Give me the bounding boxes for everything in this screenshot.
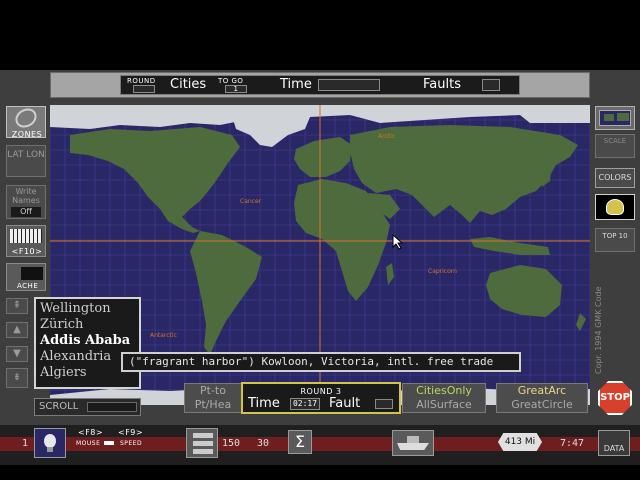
speed-indicator: [104, 441, 114, 445]
round-box-title: ROUND 3: [300, 387, 342, 396]
footer-number-1: 150: [222, 438, 241, 449]
arctic-label: Arctic: [378, 133, 395, 140]
city-tooltip: ("fragrant harbor") Kowloon, Victoria, i…: [121, 352, 521, 372]
colors-button[interactable]: COLORS: [595, 168, 635, 188]
lat-lon-button[interactable]: LAT LON: [6, 145, 46, 177]
stack-icon: [193, 433, 213, 438]
zones-label: ZONES: [11, 130, 43, 139]
scroll-track[interactable]: [87, 402, 137, 412]
antarctic-label: Antarctic: [150, 332, 177, 339]
great-arc-button[interactable]: GreatArc GreatCircle: [496, 383, 588, 413]
greenland: [233, 117, 310, 147]
mouse-label: MOUSE: [76, 440, 101, 447]
round-fault-label: Fault: [329, 396, 361, 411]
round-fault-value-box: [375, 399, 393, 409]
sound-button[interactable]: <F10>: [6, 225, 46, 257]
to-go-value: 1: [225, 85, 247, 93]
city-list-item[interactable]: Zürich: [40, 317, 135, 333]
write-names-button[interactable]: Write Names Off: [6, 185, 46, 219]
scroll-down-button[interactable]: ▼: [6, 346, 28, 362]
lightbulb-base: [47, 447, 53, 452]
sigma-button[interactable]: Σ: [288, 430, 312, 454]
f10-label: <F10>: [11, 247, 43, 256]
ache-swatch: [21, 267, 43, 280]
pt-top-label: Pt-to: [200, 384, 226, 397]
ache-label: ACHE: [17, 282, 39, 290]
write-names-label: Write Names: [12, 187, 40, 205]
ship-cabin: [407, 436, 419, 443]
piano-icon: [10, 229, 42, 243]
round-time-label: Time: [248, 396, 280, 411]
madagascar: [386, 263, 394, 285]
scroll-label: SCROLL: [39, 401, 79, 412]
top10-button[interactable]: TOP 10: [595, 228, 635, 252]
lightbulb-icon: [44, 434, 56, 448]
f9-label: <F9>: [118, 428, 144, 437]
ship-button[interactable]: [392, 430, 434, 456]
player-face-icon: [606, 199, 624, 215]
round-box: ROUND 3 Time 02:17 Fault: [241, 382, 401, 414]
write-names-value: Off: [11, 207, 41, 217]
scroll-bottom-button[interactable]: ⇟: [6, 368, 28, 388]
to-go-label: TO GO: [218, 77, 244, 85]
player-button[interactable]: [595, 194, 635, 220]
scroll-control[interactable]: SCROLL: [34, 398, 141, 416]
footer-left-number: 1: [22, 438, 29, 449]
zones-button[interactable]: ZONES: [6, 104, 46, 139]
ship-icon: [397, 443, 429, 450]
australia: [486, 265, 562, 317]
cities-label: Cities: [170, 77, 207, 92]
all-surface-label: AllSurface: [416, 398, 472, 411]
scroll-up-button[interactable]: ▲: [6, 322, 28, 338]
data-button[interactable]: DATA: [598, 430, 630, 456]
cities-only-button[interactable]: CitiesOnly AllSurface: [402, 383, 486, 413]
stack-button[interactable]: [186, 428, 218, 458]
point-to-point-button[interactable]: Pt-to Pt/Hea: [184, 383, 242, 413]
cities-only-label: CitiesOnly: [416, 384, 472, 397]
scale-button[interactable]: SCALE: [595, 134, 635, 158]
mini-map-land: [604, 114, 614, 121]
distance-display: 413 Mi: [498, 433, 542, 451]
city-list-item-selected[interactable]: Addis Ababa: [40, 333, 135, 349]
faults-value-box: [482, 79, 500, 91]
bottom-black-band: [0, 465, 640, 480]
mini-map-button[interactable]: [595, 106, 635, 130]
copyright-text: Copr. 1994 GMK Code: [594, 286, 603, 374]
time-label: Time: [280, 77, 312, 92]
mouse-cursor-icon: [392, 234, 404, 250]
time-value-box: [318, 79, 380, 91]
south-america: [190, 231, 262, 355]
great-circle-label: GreatCircle: [511, 398, 573, 411]
stack-icon-layer: [193, 441, 213, 446]
top-black-band: [0, 0, 640, 70]
footer-clock: 7:47: [560, 438, 585, 449]
city-list[interactable]: Wellington Zürich Addis Ababa Alexandria…: [34, 297, 141, 389]
mini-map-icon: [599, 110, 631, 126]
round-time-value: 02:17: [290, 398, 320, 410]
great-arc-label: GreatArc: [517, 384, 567, 397]
capricorn-label: Capricorn: [428, 268, 457, 275]
stack-icon-layer: [193, 449, 213, 454]
speed-label: SPEED: [120, 440, 143, 447]
europe: [294, 137, 352, 177]
scroll-top-button[interactable]: ⇞: [6, 298, 28, 314]
new-zealand: [576, 313, 586, 331]
round-label: ROUND: [127, 77, 156, 85]
pt-bottom-label: Pt/Hea: [194, 398, 232, 411]
cancer-label: Cancer: [240, 198, 262, 205]
round-value-box: [133, 85, 155, 93]
footer-number-2: 30: [257, 438, 270, 449]
city-list-item[interactable]: Wellington: [40, 301, 135, 317]
mini-map-land: [617, 113, 629, 121]
f8-label: <F8>: [78, 428, 104, 437]
ache-button[interactable]: ACHE: [6, 263, 46, 291]
hint-button[interactable]: [34, 428, 66, 458]
faults-label: Faults: [423, 77, 461, 92]
globe-icon: [11, 104, 41, 132]
